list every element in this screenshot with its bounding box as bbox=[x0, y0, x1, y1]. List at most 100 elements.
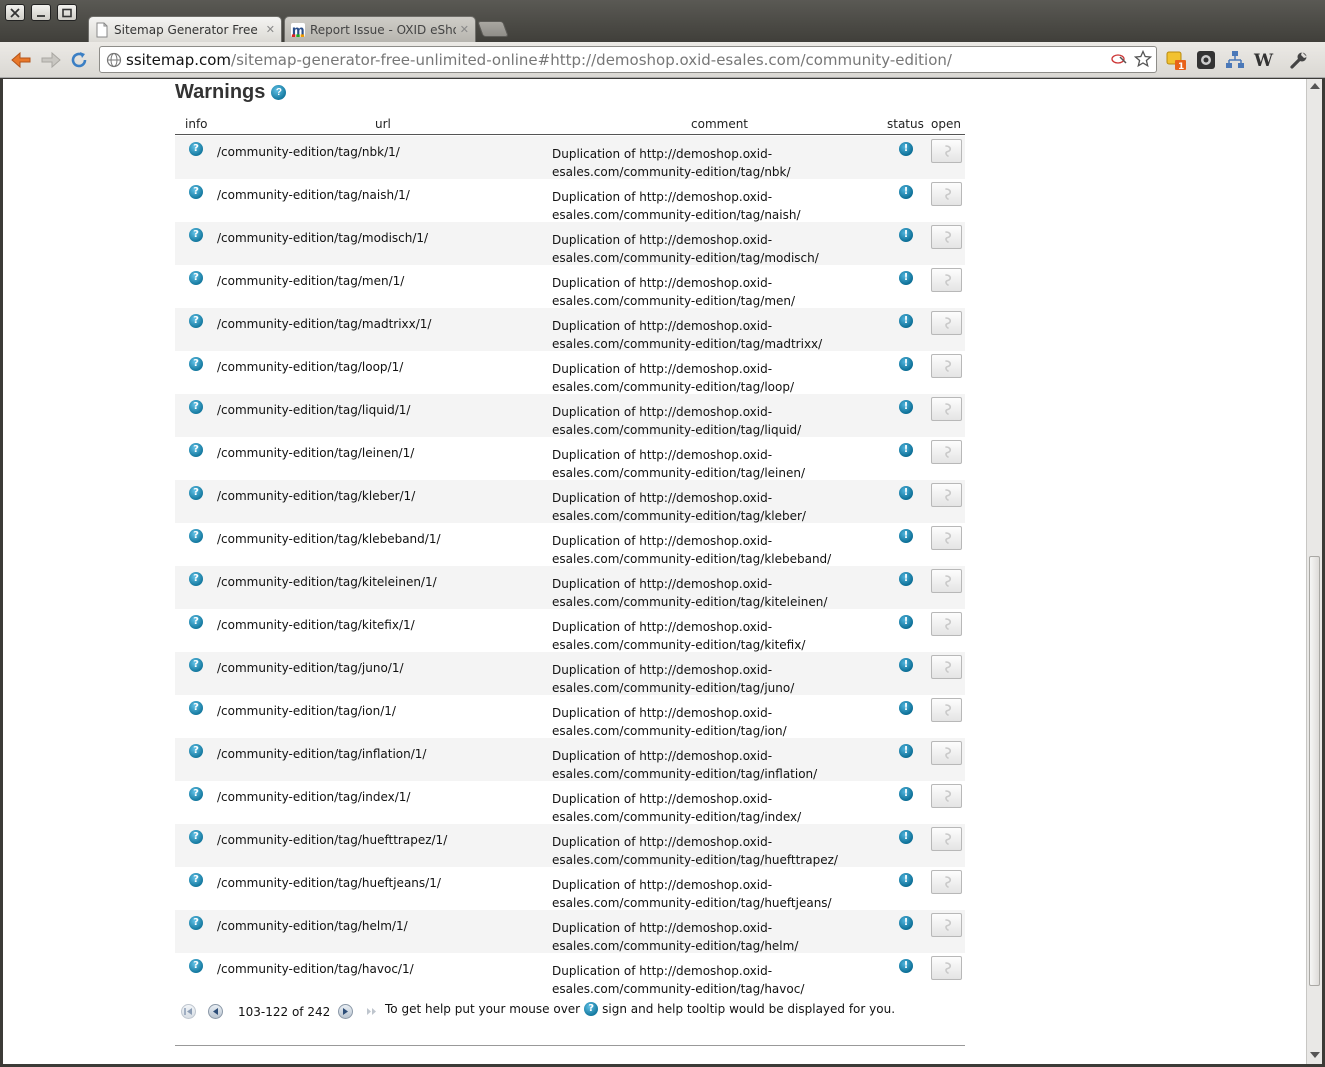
question-icon[interactable]: ? bbox=[189, 228, 203, 242]
page-icon bbox=[96, 22, 108, 37]
open-link-button[interactable] bbox=[931, 956, 962, 980]
scroll-up-arrow-icon[interactable] bbox=[1310, 83, 1320, 89]
first-page-button[interactable] bbox=[181, 1004, 196, 1019]
exclamation-icon[interactable]: ! bbox=[899, 572, 913, 586]
scrollbar-thumb[interactable] bbox=[1309, 556, 1320, 986]
tab-close-icon[interactable]: ✕ bbox=[266, 23, 275, 36]
column-header-status[interactable]: status bbox=[887, 117, 924, 131]
open-link-button[interactable] bbox=[931, 913, 962, 937]
exclamation-icon[interactable]: ! bbox=[899, 271, 913, 285]
question-icon[interactable]: ? bbox=[189, 701, 203, 715]
question-icon[interactable]: ? bbox=[189, 744, 203, 758]
forward-button[interactable] bbox=[40, 49, 62, 71]
open-link-button[interactable] bbox=[931, 827, 962, 851]
last-page-button[interactable] bbox=[364, 1004, 379, 1019]
open-link-button[interactable] bbox=[931, 268, 962, 292]
column-header-comment[interactable]: comment bbox=[691, 117, 748, 131]
question-icon[interactable]: ? bbox=[189, 572, 203, 586]
open-link-button[interactable] bbox=[931, 139, 962, 163]
exclamation-icon[interactable]: ! bbox=[899, 959, 913, 973]
open-link-button[interactable] bbox=[931, 526, 962, 550]
exclamation-icon[interactable]: ! bbox=[899, 916, 913, 930]
tab-report-issue[interactable]: m Report Issue - OXID eShop ✕ bbox=[284, 16, 476, 42]
exclamation-icon[interactable]: ! bbox=[899, 529, 913, 543]
close-window-button[interactable] bbox=[5, 4, 25, 21]
exclamation-icon[interactable]: ! bbox=[899, 701, 913, 715]
exclamation-icon[interactable]: ! bbox=[899, 400, 913, 414]
scroll-down-arrow-icon[interactable] bbox=[1310, 1052, 1320, 1058]
exclamation-icon[interactable]: ! bbox=[899, 185, 913, 199]
last-page-icon bbox=[366, 1008, 376, 1015]
exclamation-icon[interactable]: ! bbox=[899, 486, 913, 500]
open-link-button[interactable] bbox=[931, 569, 962, 593]
exclamation-icon[interactable]: ! bbox=[899, 787, 913, 801]
help-question-icon[interactable]: ? bbox=[271, 85, 287, 100]
open-link-button[interactable] bbox=[931, 354, 962, 378]
tab-close-icon[interactable]: ✕ bbox=[460, 23, 469, 36]
exclamation-icon[interactable]: ! bbox=[899, 142, 913, 156]
settings-wrench-button[interactable] bbox=[1288, 49, 1310, 71]
back-button[interactable] bbox=[10, 49, 32, 71]
exclamation-icon[interactable]: ! bbox=[899, 744, 913, 758]
open-link-button[interactable] bbox=[931, 311, 962, 335]
question-icon[interactable]: ? bbox=[189, 529, 203, 543]
question-icon[interactable]: ? bbox=[189, 830, 203, 844]
open-link-button[interactable] bbox=[931, 483, 962, 507]
previous-page-button[interactable] bbox=[208, 1004, 223, 1019]
question-icon[interactable]: ? bbox=[189, 486, 203, 500]
open-link-button[interactable] bbox=[931, 698, 962, 722]
open-link-button[interactable] bbox=[931, 655, 962, 679]
exclamation-icon[interactable]: ! bbox=[899, 314, 913, 328]
question-icon[interactable]: ? bbox=[189, 271, 203, 285]
extension-badge-button[interactable]: 1 bbox=[1166, 49, 1188, 71]
new-tab-button[interactable] bbox=[477, 21, 509, 37]
question-icon[interactable]: ? bbox=[189, 959, 203, 973]
bookmark-star-icon[interactable] bbox=[1134, 50, 1152, 68]
open-link-button[interactable] bbox=[931, 870, 962, 894]
tab-sitemap-generator[interactable]: Sitemap Generator Free O ✕ bbox=[88, 16, 282, 42]
extension-camera-button[interactable] bbox=[1195, 49, 1217, 71]
extension-wikipedia-button[interactable]: W bbox=[1253, 49, 1275, 71]
exclamation-icon[interactable]: ! bbox=[899, 658, 913, 672]
question-icon[interactable]: ? bbox=[189, 357, 203, 371]
open-link-button[interactable] bbox=[931, 397, 962, 421]
column-header-info[interactable]: info bbox=[185, 117, 208, 131]
comment-line: Duplication of http://demoshop.oxid- bbox=[552, 749, 773, 763]
vertical-scrollbar[interactable] bbox=[1306, 79, 1322, 1064]
reload-button[interactable] bbox=[68, 49, 90, 71]
question-icon[interactable]: ? bbox=[189, 658, 203, 672]
column-header-open[interactable]: open bbox=[931, 117, 961, 131]
exclamation-icon[interactable]: ! bbox=[899, 830, 913, 844]
address-bar[interactable]: ssitemap.com/sitemap-generator-free-unli… bbox=[99, 46, 1157, 73]
question-icon[interactable]: ? bbox=[189, 400, 203, 414]
exclamation-icon[interactable]: ! bbox=[899, 443, 913, 457]
open-link-button[interactable] bbox=[931, 612, 962, 636]
back-arrow-icon bbox=[11, 51, 31, 69]
question-icon[interactable]: ? bbox=[189, 314, 203, 328]
extension-sitemap-button[interactable] bbox=[1224, 49, 1246, 71]
question-icon[interactable]: ? bbox=[189, 185, 203, 199]
question-icon[interactable]: ? bbox=[189, 916, 203, 930]
open-link-icon bbox=[944, 747, 951, 759]
next-page-button[interactable] bbox=[338, 1004, 353, 1019]
open-link-button[interactable] bbox=[931, 784, 962, 808]
maximize-window-button[interactable] bbox=[57, 4, 77, 21]
open-link-button[interactable] bbox=[931, 741, 962, 765]
question-icon[interactable]: ? bbox=[189, 873, 203, 887]
comment-line: Duplication of http://demoshop.oxid- bbox=[552, 835, 773, 849]
open-link-button[interactable] bbox=[931, 225, 962, 249]
open-link-button[interactable] bbox=[931, 440, 962, 464]
exclamation-icon[interactable]: ! bbox=[899, 357, 913, 371]
exclamation-icon[interactable]: ! bbox=[899, 228, 913, 242]
question-icon[interactable]: ? bbox=[189, 142, 203, 156]
question-icon[interactable]: ? bbox=[189, 787, 203, 801]
minimize-window-button[interactable] bbox=[31, 4, 51, 21]
status-cell: ! bbox=[899, 142, 913, 156]
exclamation-icon[interactable]: ! bbox=[899, 873, 913, 887]
question-icon[interactable]: ? bbox=[189, 443, 203, 457]
question-icon[interactable]: ? bbox=[189, 615, 203, 629]
exclamation-icon[interactable]: ! bbox=[899, 615, 913, 629]
extension-eye-icon[interactable] bbox=[1110, 51, 1128, 67]
open-link-button[interactable] bbox=[931, 182, 962, 206]
column-header-url[interactable]: url bbox=[375, 117, 391, 131]
